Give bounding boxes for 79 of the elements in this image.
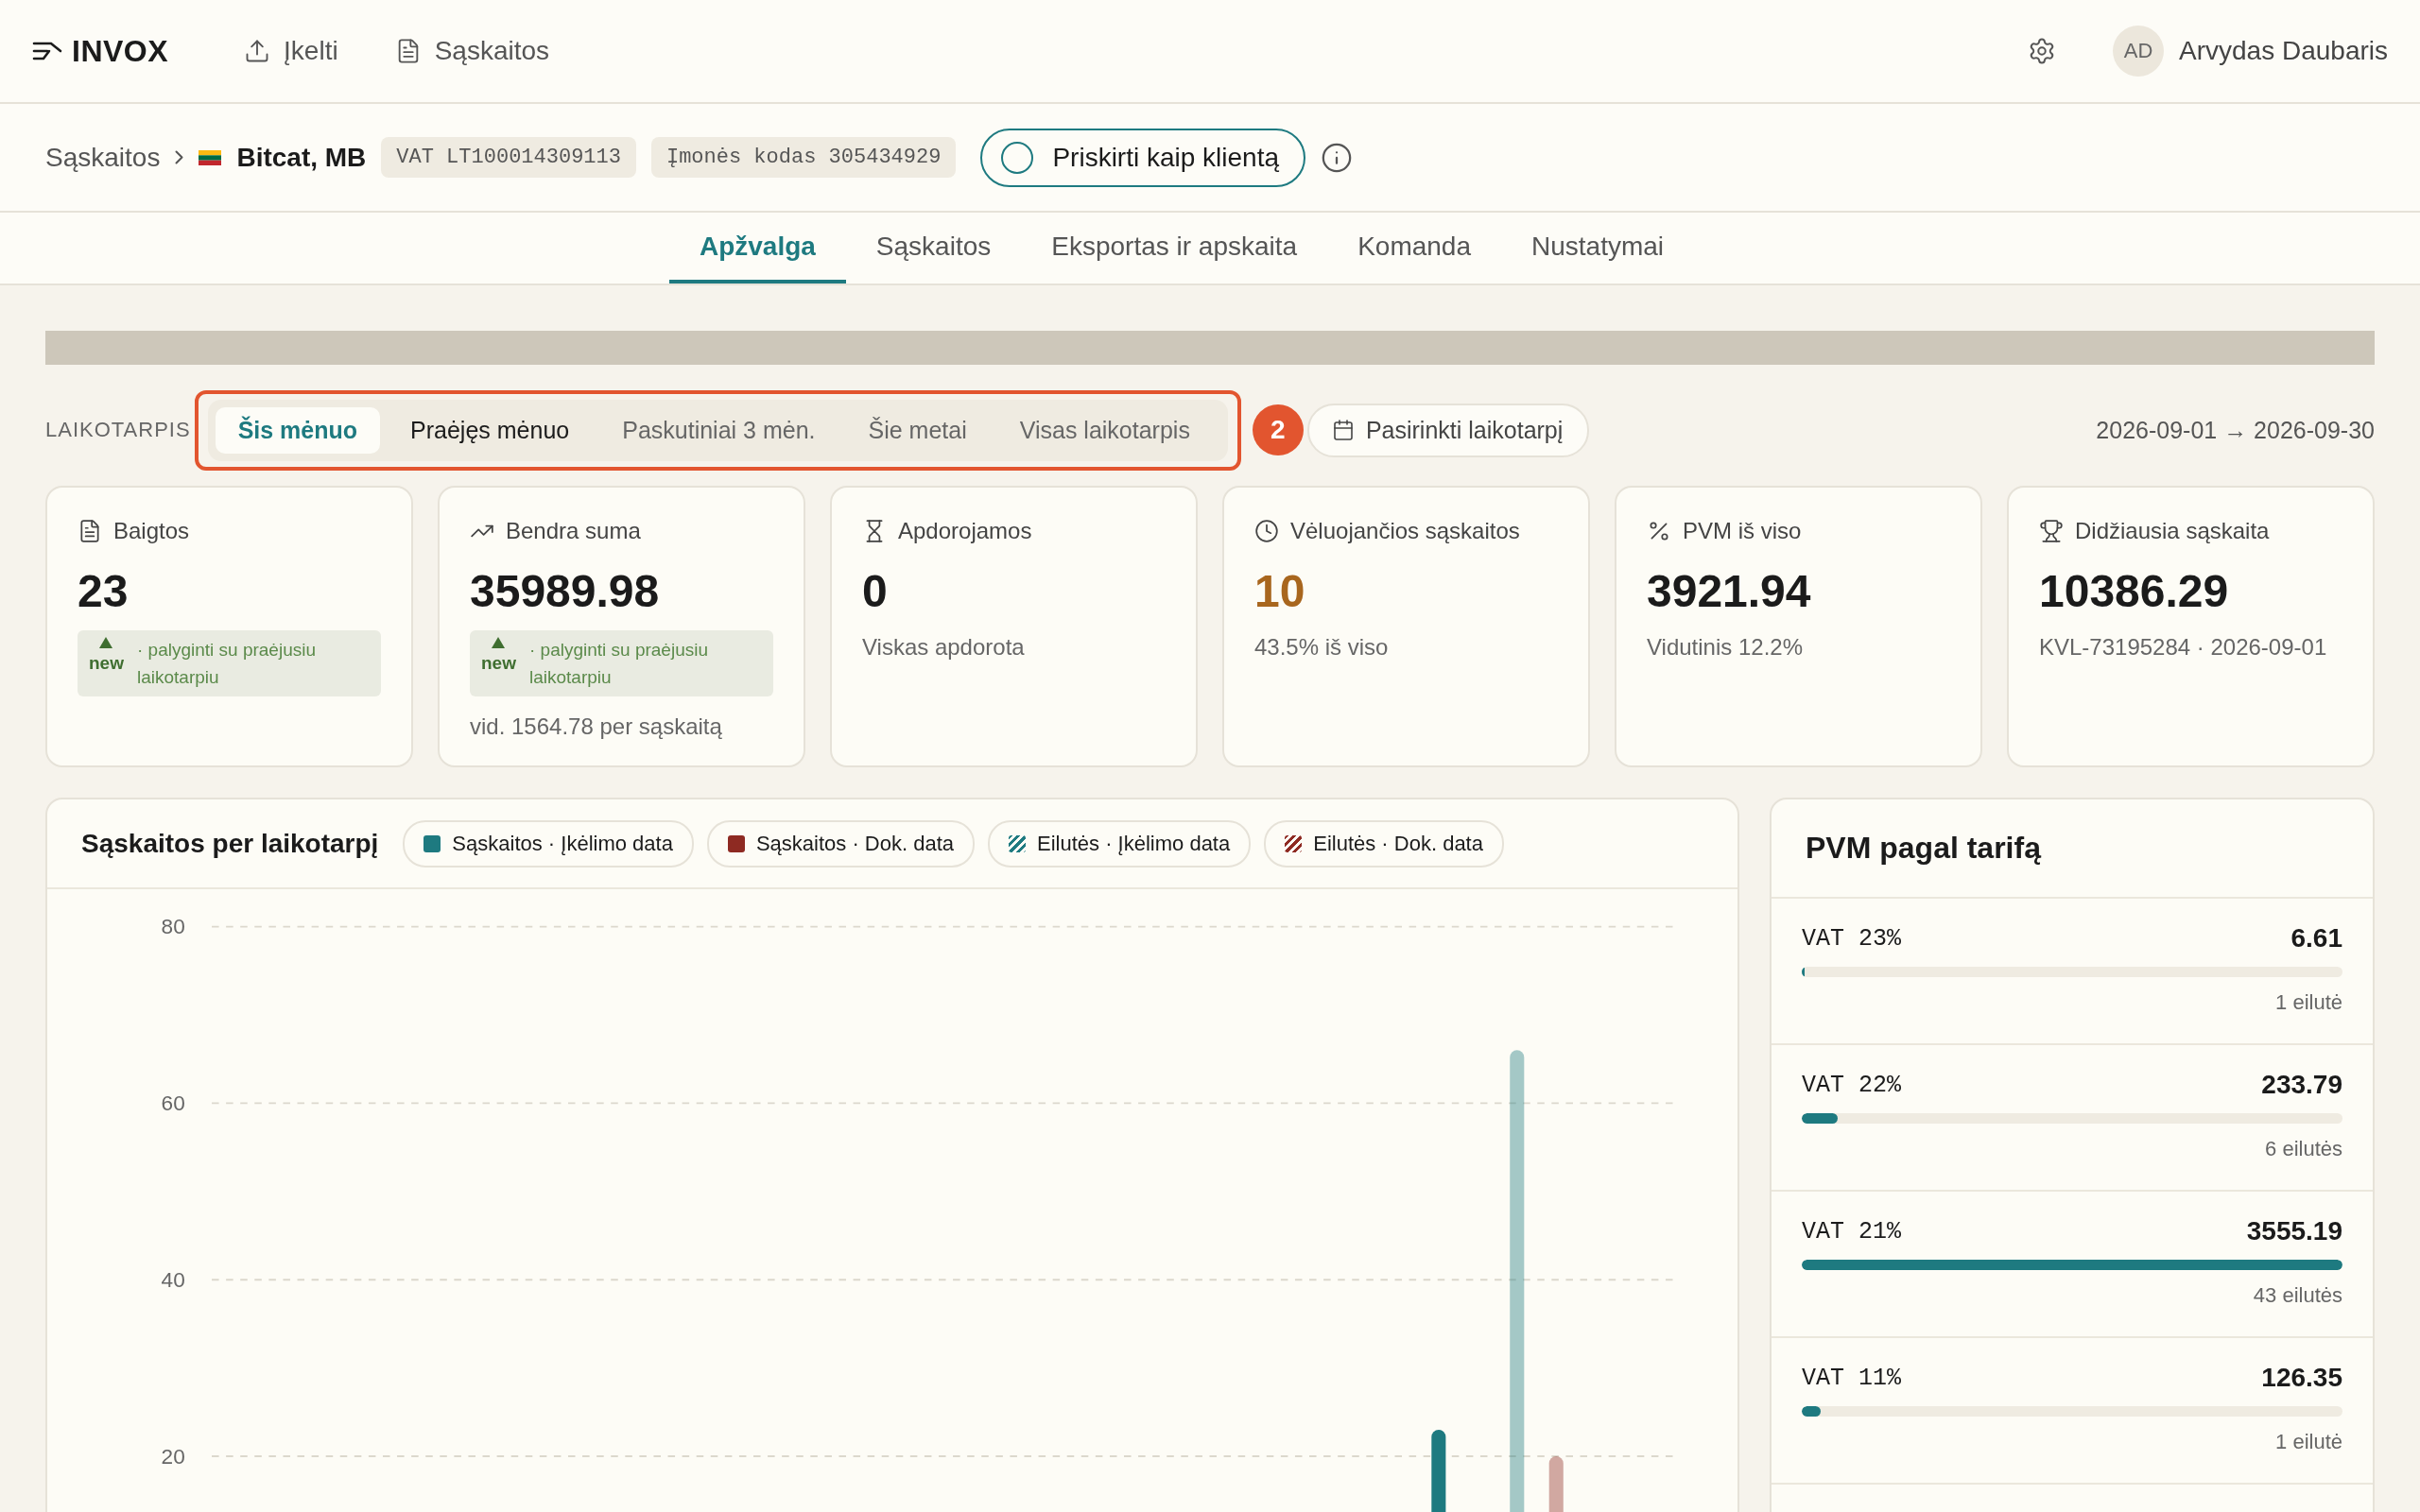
vat-rate: VAT 11% [1802, 1364, 1902, 1392]
line-count: 1 eilutė [2275, 1430, 2342, 1454]
axis-tick-label: 60 [161, 1091, 185, 1115]
stat-value: 3921.94 [1647, 565, 1812, 617]
stat-value: 35989.98 [470, 565, 661, 617]
chevron-icon [175, 150, 184, 164]
stat-note: KVL-73195284 · 2026-09-01 [2039, 634, 2328, 661]
badge-text: · palyginti su praėjusiu laikotarpiu [528, 639, 709, 689]
assign-client-button[interactable]: Priskirti kaip klientą [980, 128, 1306, 187]
document-icon [78, 519, 102, 543]
vat-rate: VAT 22% [1802, 1071, 1902, 1099]
up-arrow-icon [98, 636, 114, 649]
settings-icon[interactable] [2028, 37, 2056, 65]
axis-tick-label: 20 [161, 1444, 185, 1469]
tab[interactable]: Eksportas ir apskaita [1021, 213, 1328, 284]
nav-link[interactable]: Įkelti [244, 36, 338, 66]
user-avatar[interactable]: AD [2113, 26, 2164, 77]
stat-title: Vėluojančios sąskaitos [1290, 518, 1520, 544]
chart-title: Sąskaitos per laikotarpį [81, 828, 379, 859]
axis-tick-label: 40 [161, 1267, 185, 1292]
stat-title: Baigtos [113, 518, 190, 544]
period-option[interactable]: Šie metai [845, 406, 990, 454]
vat-amount: 6.61 [2290, 923, 2342, 954]
tab[interactable]: Komanda [1327, 213, 1502, 284]
tab[interactable]: Sąskaitos [845, 213, 1022, 284]
stat-note: Viskas apdorota [862, 634, 1026, 661]
nav-link[interactable]: Sąskaitos [394, 36, 550, 66]
info-icon[interactable] [1321, 141, 1354, 174]
badge-tag: new [481, 653, 516, 674]
legend-chip[interactable]: Eilutės · Dok. data [1264, 819, 1504, 868]
custom-period-button[interactable]: Pasirinkti laikotarpį [1306, 403, 1590, 457]
line-count: 43 eilutės [2253, 1283, 2342, 1308]
vat-rate: VAT 23% [1802, 924, 1902, 953]
logo-icon [32, 41, 64, 61]
stat-value: 23 [78, 565, 130, 617]
stat-note: vid. 1564.78 per sąskaitą [470, 713, 723, 740]
up-arrow-icon [491, 636, 507, 649]
period-option[interactable]: Šis mėnuo [215, 406, 381, 454]
badge-text: · palyginti su praėjusiu laikotarpiu [136, 639, 317, 689]
axis-tick-label: 80 [161, 915, 185, 939]
stat-note: 43.5% iš viso [1254, 634, 1390, 661]
stat-value: 0 [862, 565, 889, 617]
panel-title: PVM pagal tarifą [1806, 831, 2041, 866]
vat-amount: 3555.19 [2246, 1216, 2342, 1246]
clock-icon [1254, 519, 1279, 543]
legend-chip[interactable]: Sąskaitos · Dok. data [706, 819, 975, 868]
company-name: Bitcat, MB [236, 142, 367, 173]
stat-title: Apdorojamos [898, 518, 1032, 544]
badge-tag: new [89, 653, 124, 674]
date-range: 2026-09-01 → 2026-09-30 [2096, 416, 2375, 444]
line-count: 1 eilutė [2275, 990, 2342, 1015]
logo-text: INVOX [72, 33, 169, 69]
info-tag: Įmonės kodas 305434929 [650, 137, 957, 178]
period-option[interactable]: Praėjęs mėnuo [388, 406, 593, 454]
stat-title: PVM iš viso [1683, 518, 1802, 544]
line-count: 6 eilutės [2265, 1137, 2342, 1161]
stat-value: 10386.29 [2039, 565, 2230, 617]
vat-amount: 233.79 [2261, 1070, 2342, 1100]
tab[interactable]: Apžvalga [668, 213, 846, 284]
vat-amount: 126.35 [2261, 1363, 2342, 1393]
stat-title: Bendra suma [506, 518, 641, 544]
calendar-icon [1331, 419, 1355, 441]
legend-chip[interactable]: Eilutės · Įkėlimo data [988, 819, 1252, 868]
user-name: Arvydas Daubaris [2179, 36, 2388, 66]
breadcrumb-link[interactable]: Sąskaitos [45, 142, 161, 173]
trophy-icon [2039, 519, 2064, 543]
step-badge: 2 [1252, 404, 1304, 455]
legend-chip[interactable]: Sąskaitos · Įkėlimo data [403, 819, 694, 868]
period-option[interactable]: Visas laikotarpis [996, 406, 1213, 454]
vat-rate: VAT 21% [1802, 1217, 1902, 1246]
tab[interactable]: Nustatymai [1501, 213, 1695, 284]
stat-note: Vidutinis 12.2% [1647, 634, 1804, 661]
info-tag: VAT LT100014309113 [381, 137, 636, 178]
flag-icon [199, 149, 222, 165]
period-label: LAIKOTARPIS [45, 418, 191, 442]
stat-value: 10 [1254, 565, 1306, 617]
period-option[interactable]: Paskutiniai 3 mėn. [599, 406, 838, 454]
bar [1548, 1456, 1564, 1512]
stat-title: Didžiausia sąskaita [2075, 518, 2270, 544]
